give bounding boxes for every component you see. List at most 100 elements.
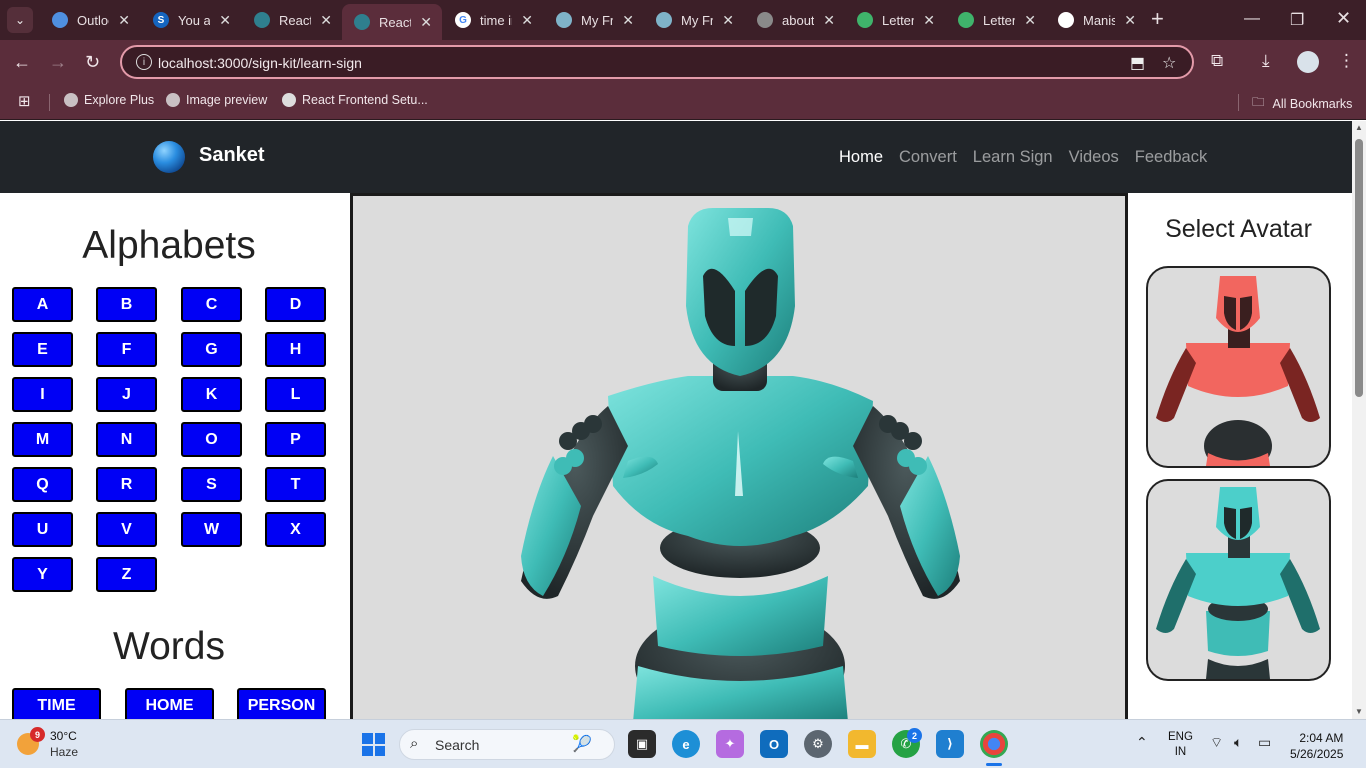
bookmark-react-frontend[interactable]: React Frontend Setu... [282,93,428,107]
copilot-icon[interactable]: ✦ [716,730,744,758]
nav-home[interactable]: Home [839,148,883,167]
sanket-logo-icon[interactable] [153,141,185,173]
maximize-button[interactable]: ❐ [1290,10,1304,30]
scroll-thumb[interactable] [1355,139,1363,397]
letter-button-j[interactable]: J [96,377,157,412]
start-button[interactable] [362,733,385,756]
word-button-home[interactable]: HOME [125,688,214,719]
scroll-up-arrow-icon[interactable]: ▲ [1355,123,1363,132]
tab-close-icon[interactable]: ✕ [320,12,332,29]
letter-button-b[interactable]: B [96,287,157,322]
new-tab-button[interactable]: + [1151,8,1164,30]
vscode-icon[interactable]: ⟩ [936,730,964,758]
profile-avatar[interactable] [1297,51,1319,73]
outlook-icon[interactable]: O [760,730,788,758]
letter-button-d[interactable]: D [265,287,326,322]
letter-button-c[interactable]: C [181,287,242,322]
chrome-icon[interactable] [980,730,1008,758]
battery-icon[interactable]: ▭ [1258,734,1271,751]
bookmark-star-icon[interactable]: ☆ [1162,53,1176,73]
letter-button-k[interactable]: K [181,377,242,412]
letter-button-z[interactable]: Z [96,557,157,592]
wifi-icon[interactable]: ⌔ [1210,734,1223,752]
page-scrollbar[interactable]: ▲ ▼ [1352,121,1366,719]
letter-button-e[interactable]: E [12,332,73,367]
reload-button[interactable]: ↻ [85,52,100,73]
nav-learn-sign[interactable]: Learn Sign [973,148,1053,167]
settings-gear-icon[interactable]: ⚙ [804,730,832,758]
address-bar[interactable]: i localhost:3000/sign-kit/learn-sign ⬒ ☆ [120,45,1194,79]
letter-button-t[interactable]: T [265,467,326,502]
show-hidden-icons-chevron-icon[interactable]: ⌃ [1136,734,1148,751]
avatar-3d-canvas[interactable] [350,193,1128,719]
extensions-icon[interactable]: ⧉ [1211,51,1223,71]
taskbar-search[interactable]: ⌕ Search 🎾 [399,729,615,760]
avatar-option-teal[interactable] [1146,479,1331,681]
all-bookmarks-button[interactable]: 🗀 All Bookmarks [1252,93,1352,114]
edge-icon[interactable]: e [672,730,700,758]
tab-close-icon[interactable]: ✕ [1124,12,1136,29]
avatar-option-red[interactable] [1146,266,1331,468]
minimize-button[interactable]: — [1244,10,1260,28]
tab-close-icon[interactable]: ✕ [1024,12,1036,29]
browser-tab[interactable]: about ✕ [745,6,845,34]
letter-button-l[interactable]: L [265,377,326,412]
browser-tab[interactable]: Letter ✕ [845,6,945,34]
word-button-person[interactable]: PERSON [237,688,326,719]
browser-tab[interactable]: React ✕ [242,6,342,34]
letter-button-g[interactable]: G [181,332,242,367]
tab-close-icon[interactable]: ✕ [722,12,734,29]
close-window-button[interactable]: ✕ [1336,8,1351,29]
system-clock[interactable]: 2:04 AM 5/26/2025 [1290,730,1343,762]
language-indicator[interactable]: ENG IN [1168,730,1193,760]
weather-temp[interactable]: 30°C [50,729,77,743]
tab-close-icon[interactable]: ✕ [420,14,432,31]
chrome-menu-icon[interactable]: ⋮ [1338,51,1355,71]
letter-button-w[interactable]: W [181,512,242,547]
letter-button-a[interactable]: A [12,287,73,322]
forward-button[interactable]: → [49,52,67,73]
browser-tab[interactable]: My Fr ✕ [644,6,744,34]
weather-condition[interactable]: Haze [50,745,78,759]
letter-button-m[interactable]: M [12,422,73,457]
site-info-icon[interactable]: i [136,54,152,70]
letter-button-r[interactable]: R [96,467,157,502]
task-view-icon[interactable]: ▣ [628,730,656,758]
bookmark-explore-plus[interactable]: Explore Plus [64,93,154,107]
word-button-time[interactable]: TIME [12,688,101,719]
letter-button-y[interactable]: Y [12,557,73,592]
nav-feedback[interactable]: Feedback [1135,148,1207,167]
tab-close-icon[interactable]: ✕ [219,12,231,29]
tab-close-icon[interactable]: ✕ [118,12,130,29]
install-app-icon[interactable]: ⬒ [1130,53,1145,73]
tab-search-button[interactable]: ⌄ [7,7,33,33]
scroll-down-arrow-icon[interactable]: ▼ [1355,707,1363,716]
browser-tab[interactable]: Outlook ✕ [40,6,140,34]
browser-tab[interactable]: Letter ✕ [946,6,1046,34]
letter-button-i[interactable]: I [12,377,73,412]
browser-tab[interactable]: S You are ✕ [141,6,241,34]
nav-convert[interactable]: Convert [899,148,957,167]
browser-tab[interactable]: Gtime in ✕ [443,6,543,34]
letter-button-p[interactable]: P [265,422,326,457]
brand-name[interactable]: Sanket [199,144,265,167]
letter-button-h[interactable]: H [265,332,326,367]
letter-button-x[interactable]: X [265,512,326,547]
tab-close-icon[interactable]: ✕ [823,12,835,29]
browser-tab[interactable]: My Fr ✕ [544,6,644,34]
tab-close-icon[interactable]: ✕ [521,12,533,29]
tab-close-icon[interactable]: ✕ [923,12,935,29]
browser-tab[interactable]: Manis ✕ [1046,6,1146,34]
letter-button-o[interactable]: O [181,422,242,457]
letter-button-v[interactable]: V [96,512,157,547]
letter-button-n[interactable]: N [96,422,157,457]
browser-tab[interactable]: React ✕ [342,4,442,40]
volume-icon[interactable]: 🔈︎ [1234,734,1242,751]
letter-button-f[interactable]: F [96,332,157,367]
file-explorer-icon[interactable]: ▬ [848,730,876,758]
back-button[interactable]: ← [13,52,31,73]
letter-button-q[interactable]: Q [12,467,73,502]
apps-grid-icon[interactable]: ⊞ [18,92,31,110]
bookmark-image-preview[interactable]: Image preview [166,93,267,107]
nav-videos[interactable]: Videos [1069,148,1119,167]
